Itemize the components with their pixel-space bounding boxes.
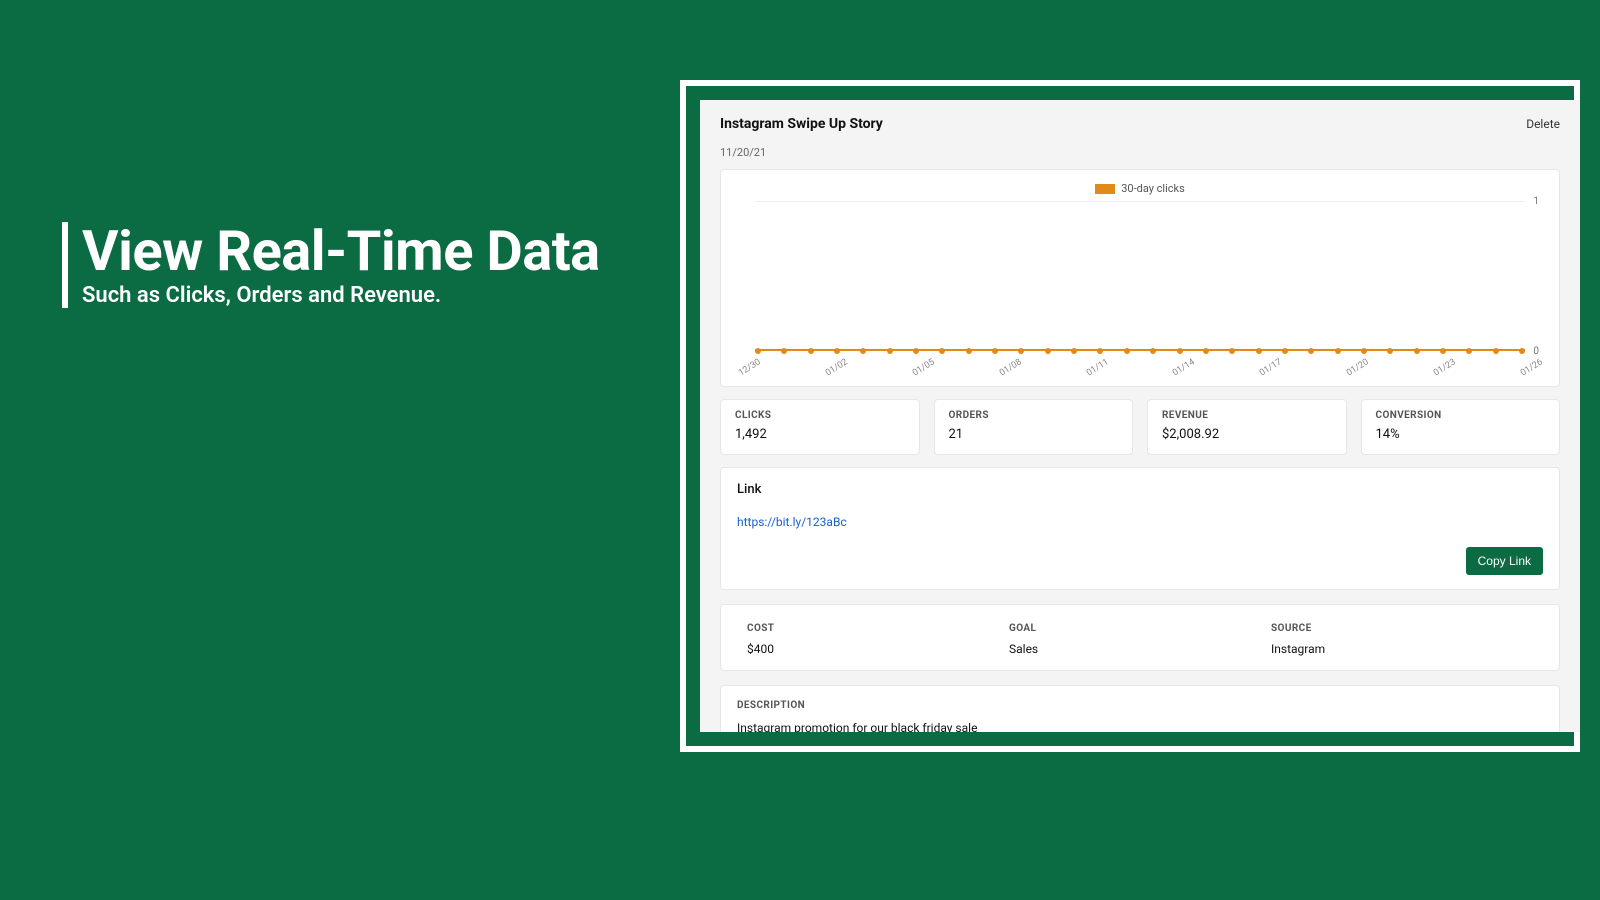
- chart-plot-area: 1 0: [755, 201, 1525, 351]
- y-tick-bottom: 0: [1533, 346, 1539, 357]
- series-dots: [755, 348, 1525, 354]
- meta-label: COST: [747, 623, 1009, 634]
- stat-orders: ORDERS 21: [934, 399, 1134, 455]
- x-tick: 01/14: [1171, 357, 1197, 378]
- x-tick: 01/17: [1258, 357, 1284, 378]
- chart-legend: 30-day clicks: [737, 182, 1543, 195]
- app-frame: Instagram Swipe Up Story Delete 11/20/21…: [680, 80, 1580, 752]
- stat-value: $2,008.92: [1162, 427, 1332, 442]
- meta-card: COST $400 GOAL Sales SOURCE Instagram: [720, 604, 1560, 671]
- stats-row: CLICKS 1,492 ORDERS 21 REVENUE $2,008.92…: [720, 399, 1560, 455]
- stat-value: 21: [949, 427, 1119, 442]
- meta-value: $400: [747, 642, 1009, 656]
- stat-label: CLICKS: [735, 410, 905, 421]
- meta-value: Sales: [1009, 642, 1271, 656]
- app-surface: Instagram Swipe Up Story Delete 11/20/21…: [700, 100, 1580, 732]
- meta-value: Instagram: [1271, 642, 1533, 656]
- meta-goal: GOAL Sales: [1009, 623, 1271, 656]
- x-tick: 01/02: [824, 357, 850, 378]
- description-label: DESCRIPTION: [737, 700, 1543, 711]
- page-title: Instagram Swipe Up Story: [720, 116, 883, 132]
- stat-value: 14%: [1376, 427, 1546, 442]
- x-tick: 01/26: [1519, 357, 1545, 378]
- legend-swatch-icon: [1095, 184, 1115, 194]
- stat-revenue: REVENUE $2,008.92: [1147, 399, 1347, 455]
- x-tick: 01/11: [1085, 357, 1111, 378]
- stat-label: REVENUE: [1162, 410, 1332, 421]
- stat-clicks: CLICKS 1,492: [720, 399, 920, 455]
- stat-label: CONVERSION: [1376, 410, 1546, 421]
- meta-source: SOURCE Instagram: [1271, 623, 1533, 656]
- meta-cost: COST $400: [747, 623, 1009, 656]
- page-header: Instagram Swipe Up Story Delete: [720, 116, 1560, 132]
- x-tick: 01/05: [911, 357, 937, 378]
- meta-label: GOAL: [1009, 623, 1271, 634]
- x-tick: 01/08: [998, 357, 1024, 378]
- delete-button[interactable]: Delete: [1526, 117, 1560, 131]
- hero-title: View Real-Time Data: [82, 222, 600, 281]
- link-card: Link https://bit.ly/123aBc Copy Link: [720, 467, 1560, 590]
- description-card: DESCRIPTION Instagram promotion for our …: [720, 685, 1560, 732]
- stat-conversion: CONVERSION 14%: [1361, 399, 1561, 455]
- hero-block: View Real-Time Data Such as Clicks, Orde…: [62, 222, 600, 308]
- y-tick-top: 1: [1533, 196, 1539, 207]
- clicks-chart-card: 30-day clicks 1 0 12/30 01/02 01/05 01/0…: [720, 169, 1560, 387]
- legend-label: 30-day clicks: [1121, 182, 1185, 195]
- tracking-link[interactable]: https://bit.ly/123aBc: [737, 515, 1543, 529]
- x-tick: 01/23: [1432, 357, 1458, 378]
- link-heading: Link: [737, 482, 1543, 497]
- page-date: 11/20/21: [720, 146, 1560, 159]
- hero-subtitle: Such as Clicks, Orders and Revenue.: [82, 283, 600, 308]
- copy-link-button[interactable]: Copy Link: [1466, 547, 1543, 575]
- meta-label: SOURCE: [1271, 623, 1533, 634]
- x-ticks: 12/30 01/02 01/05 01/08 01/11 01/14 01/1…: [737, 370, 1543, 380]
- stat-value: 1,492: [735, 427, 905, 442]
- description-value: Instagram promotion for our black friday…: [737, 721, 1543, 732]
- x-tick: 12/30: [737, 357, 763, 378]
- x-tick: 01/20: [1345, 357, 1371, 378]
- stat-label: ORDERS: [949, 410, 1119, 421]
